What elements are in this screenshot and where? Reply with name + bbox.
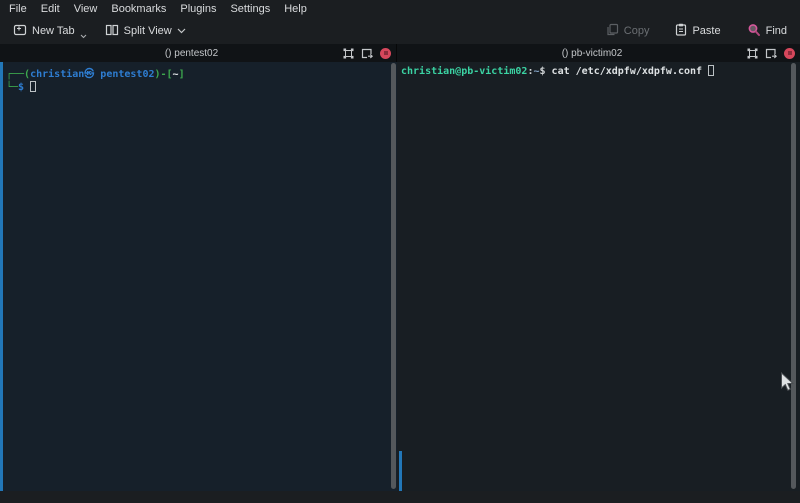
prompt-frame: └─: [6, 82, 18, 93]
terminal-area: ┌──(christian㉿ pentest02)-[~] └─$ christ…: [0, 62, 800, 491]
menu-bookmarks[interactable]: Bookmarks: [104, 3, 173, 15]
terminal-pentest02[interactable]: ┌──(christian㉿ pentest02)-[~] └─$: [0, 62, 397, 491]
find-label: Find: [766, 25, 787, 37]
paste-icon: [675, 23, 687, 39]
copy-label: Copy: [624, 25, 650, 37]
find-button[interactable]: Find: [742, 20, 792, 43]
copy-button[interactable]: Copy: [601, 20, 655, 42]
prompt-symbol: $: [18, 82, 30, 93]
split-view-button[interactable]: Split View: [100, 21, 191, 42]
prompt-line-2: └─$: [6, 81, 36, 94]
pane-title: () pb-victim02: [397, 48, 747, 59]
detach-view-icon[interactable]: [765, 48, 777, 59]
focus-accent-line: [0, 62, 3, 491]
prompt-frame: ]: [179, 69, 185, 80]
find-icon: [747, 23, 761, 40]
scrollbar[interactable]: [791, 63, 796, 489]
pane-header-pentest02[interactable]: () pentest02: [0, 44, 397, 62]
menu-settings[interactable]: Settings: [223, 3, 277, 15]
pane-title: () pentest02: [0, 48, 343, 59]
copy-icon: [606, 23, 619, 39]
menu-file[interactable]: File: [2, 3, 34, 15]
terminal-cursor: [30, 81, 36, 92]
pane-header-pb-victim02[interactable]: () pb-victim02: [397, 44, 800, 62]
maximize-view-icon[interactable]: [747, 48, 758, 59]
new-tab-button[interactable]: New Tab: [8, 21, 92, 42]
mouse-pointer-icon: [780, 372, 794, 397]
menu-edit[interactable]: Edit: [34, 3, 67, 15]
focus-accent-line: [399, 451, 402, 491]
prompt-line-1: ┌──(christian㉿ pentest02)-[~]: [6, 68, 185, 81]
split-view-icon: [105, 24, 119, 39]
typed-command: cat /etc/xdpfw/xdpfw.conf: [552, 66, 709, 77]
maximize-view-icon[interactable]: [343, 48, 354, 59]
command-line: christian@pb-victim02:~$ cat /etc/xdpfw/…: [401, 65, 714, 78]
terminal-cursor: [708, 65, 714, 76]
prompt-frame: )-[: [154, 69, 172, 80]
new-tab-icon: [13, 24, 27, 39]
chevron-down-icon: [80, 34, 87, 39]
prompt-frame: ┌──(: [6, 69, 30, 80]
terminal-pb-victim02[interactable]: christian@pb-victim02:~$ cat /etc/xdpfw/…: [397, 62, 800, 491]
toolbar: New Tab Split View Copy: [0, 18, 800, 44]
window-bottom-strip: [0, 491, 800, 503]
detach-view-icon[interactable]: [361, 48, 373, 59]
menu-bar: File Edit View Bookmarks Plugins Setting…: [0, 0, 800, 18]
split-view-label: Split View: [124, 25, 172, 37]
paste-button[interactable]: Paste: [670, 20, 725, 42]
pane-headers: () pentest02 () pb-victim02: [0, 44, 800, 62]
paste-label: Paste: [692, 25, 720, 37]
close-view-button[interactable]: [784, 48, 795, 59]
chevron-down-icon: [177, 28, 186, 34]
prompt-user-host: christian㉿ pentest02: [30, 69, 154, 80]
close-view-button[interactable]: [380, 48, 391, 59]
prompt-user-host: christian@pb-victim02: [401, 66, 527, 77]
new-tab-label: New Tab: [32, 25, 75, 37]
menu-plugins[interactable]: Plugins: [173, 3, 223, 15]
menu-help[interactable]: Help: [277, 3, 314, 15]
prompt-symbol: $: [540, 66, 552, 77]
scrollbar[interactable]: [391, 63, 396, 489]
menu-view[interactable]: View: [67, 3, 105, 15]
